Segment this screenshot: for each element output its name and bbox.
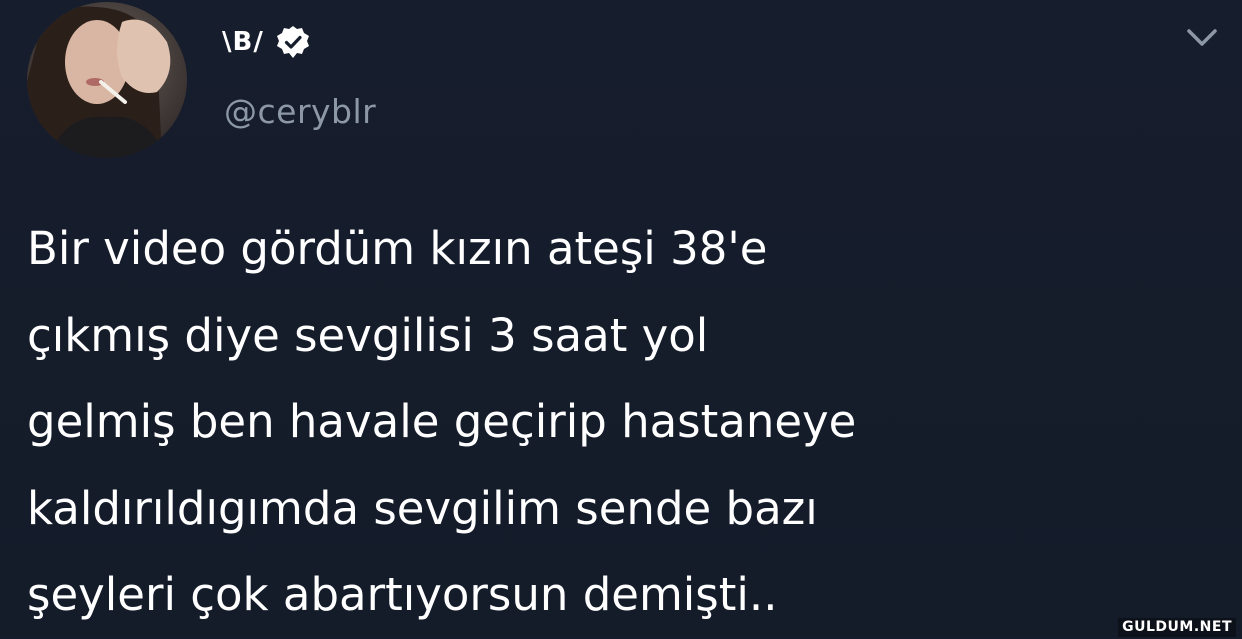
- chevron-down-icon[interactable]: [1185, 26, 1219, 50]
- name-row: \B/: [222, 18, 310, 66]
- watermark: GULDUM.NET: [1118, 618, 1236, 637]
- display-name[interactable]: \B/: [222, 27, 264, 57]
- avatar-image: [27, 2, 187, 158]
- tweet-card: \B/ @ceryblr Bir video gördüm kızın ateş…: [0, 0, 1242, 637]
- tweet-text-line: çıkmış diye sevgilisi 3 saat yol: [27, 308, 709, 362]
- tweet-text-line: kaldırıldıgımda sevgilim sende bazı: [27, 481, 818, 535]
- tweet-text-line: şeyleri çok abartıyorsun demişti..: [27, 568, 778, 621]
- tweet-text-line: Bir video gördüm kızın ateşi 38'e: [27, 222, 768, 275]
- user-handle[interactable]: @ceryblr: [224, 92, 376, 131]
- tweet-text-line: gelmiş ben havale geçirip hastaneye: [27, 395, 857, 448]
- verified-badge-icon: [276, 25, 310, 59]
- avatar[interactable]: [27, 2, 187, 158]
- tweet-text: Bir video gördüm kızın ateşi 38'e çıkmış…: [27, 206, 1217, 639]
